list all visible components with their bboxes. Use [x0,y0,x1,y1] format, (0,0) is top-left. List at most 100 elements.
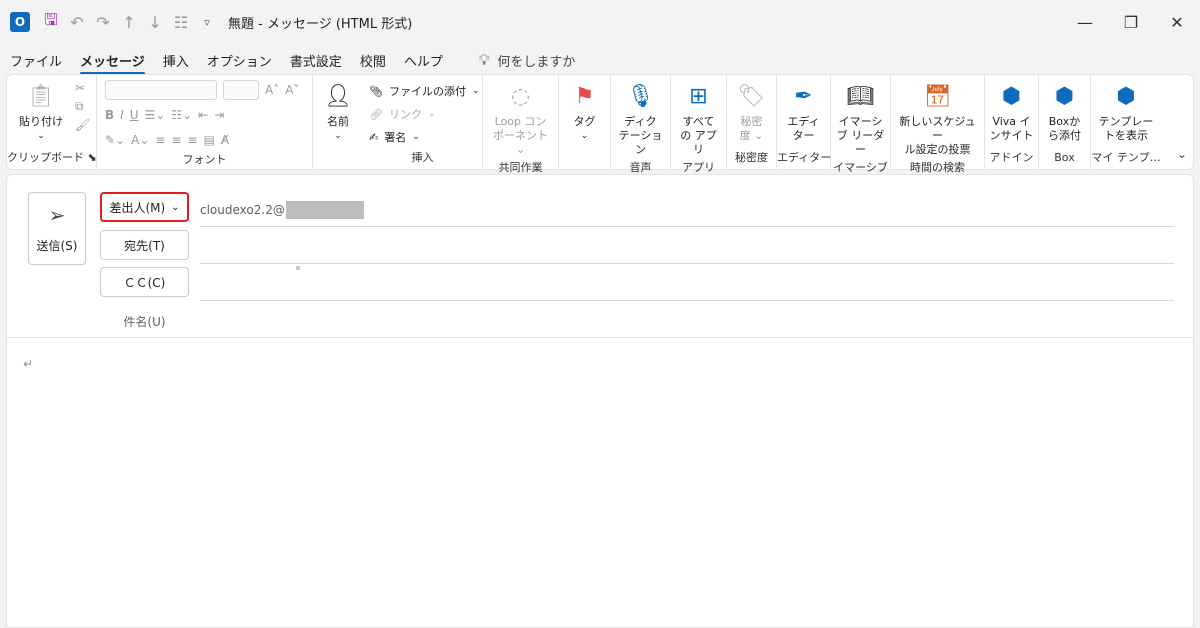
scheduling-poll-button[interactable]: 📅︎ 新しいスケジュー ル設定の投票 [891,79,984,159]
group-editor: ✒ エディ ター エディター [777,75,831,169]
tab-review[interactable]: 校閲 [360,51,386,70]
to-field[interactable] [200,263,1174,264]
bullets-icon[interactable]: ☰⌄ [145,108,166,122]
immersive-reader-button[interactable]: 📖︎ イマーシ ブ リーダー [831,79,890,159]
send-button[interactable]: ➢ 送信(S) [28,192,86,265]
customize-toolbar-icon[interactable]: ▿ [194,9,220,35]
font-size-dropdown[interactable] [223,80,259,100]
sensitivity-label-1: 秘密 [740,115,763,128]
undo-icon[interactable]: ↶ [64,9,90,35]
viva-label-1: Viva イ [992,115,1031,128]
copy-icon[interactable]: ⧉ [75,99,90,114]
restore-icon[interactable]: ❐ [1108,0,1154,44]
loop-label-2: ポーネント ⌄ [493,129,548,156]
increase-indent-icon[interactable]: ⇥ [214,108,224,122]
ribbon: 📋︎ 貼り付け ⌄ ✂ ⧉ 🖌︎ クリップボード ⬊ A˄ A˅ B I U ☰… [6,74,1194,174]
redacted-block [285,201,364,219]
viva-insights-button[interactable]: ⬢ Viva イ ンサイト [986,79,1038,145]
group-box: ⬢ Boxか ら添付 Box [1039,75,1091,169]
editor-button[interactable]: ✒ エディ ター [783,79,823,145]
font-family-dropdown[interactable] [105,80,217,100]
decrease-indent-icon[interactable]: ⇤ [198,108,208,122]
chevron-down-icon: ⌄ [37,131,45,141]
align-left-icon[interactable]: ≡ [155,133,165,147]
loop-label-1: Loop コン [494,115,547,128]
poll-label-1: 新しいスケジュー [899,115,976,142]
align-right-icon[interactable]: ≡ [188,133,198,147]
link-button[interactable]: 🔗︎ リンク ⌄ [369,103,436,125]
down-arrow-icon[interactable]: ↓ [142,9,168,35]
link-icon: 🔗︎ [369,107,383,121]
up-arrow-icon[interactable]: ↑ [116,9,142,35]
cc-button[interactable]: ＣＣ(C) [100,267,189,297]
outlook-icon: O [10,12,30,32]
tell-me-box[interactable]: 💡︎ 何をしますか [479,51,576,70]
justify-icon[interactable]: ▤ [204,133,215,147]
microphone-icon: 🎙︎ [626,84,655,109]
tab-format[interactable]: 書式設定 [290,51,342,70]
group-names: 👤︎ 名前 ⌄ [313,75,363,169]
group-collab: ◌ Loop コン ポーネント ⌄ 共同作業 [483,75,559,174]
tab-message[interactable]: メッセージ [80,51,145,75]
immersive-label-2: ブ リーダー [836,129,885,156]
send-label: 送信(S) [36,239,78,253]
ribbon-expand-icon[interactable]: ⌄ [1177,147,1187,161]
names-button[interactable]: 👤︎ 名前 ⌄ [319,79,357,145]
tab-insert[interactable]: 挿入 [163,51,189,70]
editor-label-1: エディ [787,115,820,128]
poll-label-2: ル設定の投票 [904,143,971,156]
underline-icon[interactable]: U [130,108,139,122]
format-painter-icon[interactable]: 🖌︎ [75,118,90,132]
title-bar: O 🖫 ↶ ↷ ↑ ↓ ☷ ▿ 無題 - メッセージ (HTML 形式) — ❐… [0,0,1200,44]
view-templates-button[interactable]: ⬢ テンプレー トを表示 [1095,79,1158,145]
paste-button[interactable]: 📋︎ 貼り付け ⌄ [15,79,67,145]
signature-button[interactable]: ✍︎ 署名 ⌄ [369,126,420,148]
group-apps: ⊞ すべて の アプリ アプリ [671,75,727,174]
numbering-icon[interactable]: ☷⌄ [171,108,192,122]
addin-cube-icon: ⬢ [1001,84,1022,109]
box-label-2: ら添付 [1048,129,1081,142]
cc-field[interactable] [200,300,1174,301]
group-voice: 🎙︎ ディク テーション 音声 [611,75,671,174]
box-attach-button[interactable]: ⬢ Boxか ら添付 [1044,79,1085,145]
group-label-templates: マイ テンプ… [1091,151,1161,164]
signature-icon: ✍︎ [369,130,379,144]
cursor-marker [296,266,300,270]
loop-component-button[interactable]: ◌ Loop コン ポーネント ⌄ [483,79,558,159]
all-apps-button[interactable]: ⊞ すべて の アプリ [671,79,726,159]
tab-help[interactable]: ヘルプ [404,51,443,70]
shrink-font-icon[interactable]: A˅ [285,83,299,97]
from-button[interactable]: 差出人(M) ⌄ [100,192,189,222]
signature-label: 署名 [384,131,407,144]
attach-file-button[interactable]: 📎︎ ファイルの添付 ⌄ [369,80,480,102]
close-icon[interactable]: ✕ [1154,0,1200,44]
flag-icon: ⚑ [574,84,595,109]
clear-format-icon[interactable]: A̸ [221,133,229,147]
font-color-icon[interactable]: A⌄ [131,133,149,147]
group-label-addin: アドイン [989,151,1034,164]
align-center-icon[interactable]: ≡ [171,133,181,147]
paragraph-mark[interactable]: ↵ [23,357,33,371]
italic-icon[interactable]: I [120,108,124,122]
grow-font-icon[interactable]: A˄ [265,83,279,97]
cut-icon[interactable]: ✂ [75,81,90,95]
redo-icon[interactable]: ↷ [90,9,116,35]
dictate-button[interactable]: 🎙︎ ディク テーション [611,79,670,159]
quick-access-toolbar: O 🖫 ↶ ↷ ↑ ↓ ☷ ▿ [10,9,220,35]
highlight-icon[interactable]: ✎⌄ [105,133,125,147]
form-icon[interactable]: ☷ [168,9,194,35]
tab-file[interactable]: ファイル [10,51,62,70]
to-button[interactable]: 宛先(T) [100,230,189,260]
chevron-down-icon: ⌄ [580,131,589,141]
sensitivity-button[interactable]: 🏷︎ 秘密 度 ⌄ [733,79,771,145]
from-divider [200,226,1174,227]
minimize-icon[interactable]: — [1062,0,1108,44]
tab-options[interactable]: オプション [207,51,272,70]
save-icon[interactable]: 🖫 [38,9,64,35]
tag-button[interactable]: ⚑ タグ ⌄ [566,79,604,145]
attach-file-label: ファイルの添付 [388,85,466,98]
chevron-down-icon: ⌄ [334,131,342,141]
bold-icon[interactable]: B [105,108,114,122]
group-clipboard: 📋︎ 貼り付け ⌄ ✂ ⧉ 🖌︎ クリップボード ⬊ [7,75,97,169]
dictate-label-1: ディク [624,115,657,128]
